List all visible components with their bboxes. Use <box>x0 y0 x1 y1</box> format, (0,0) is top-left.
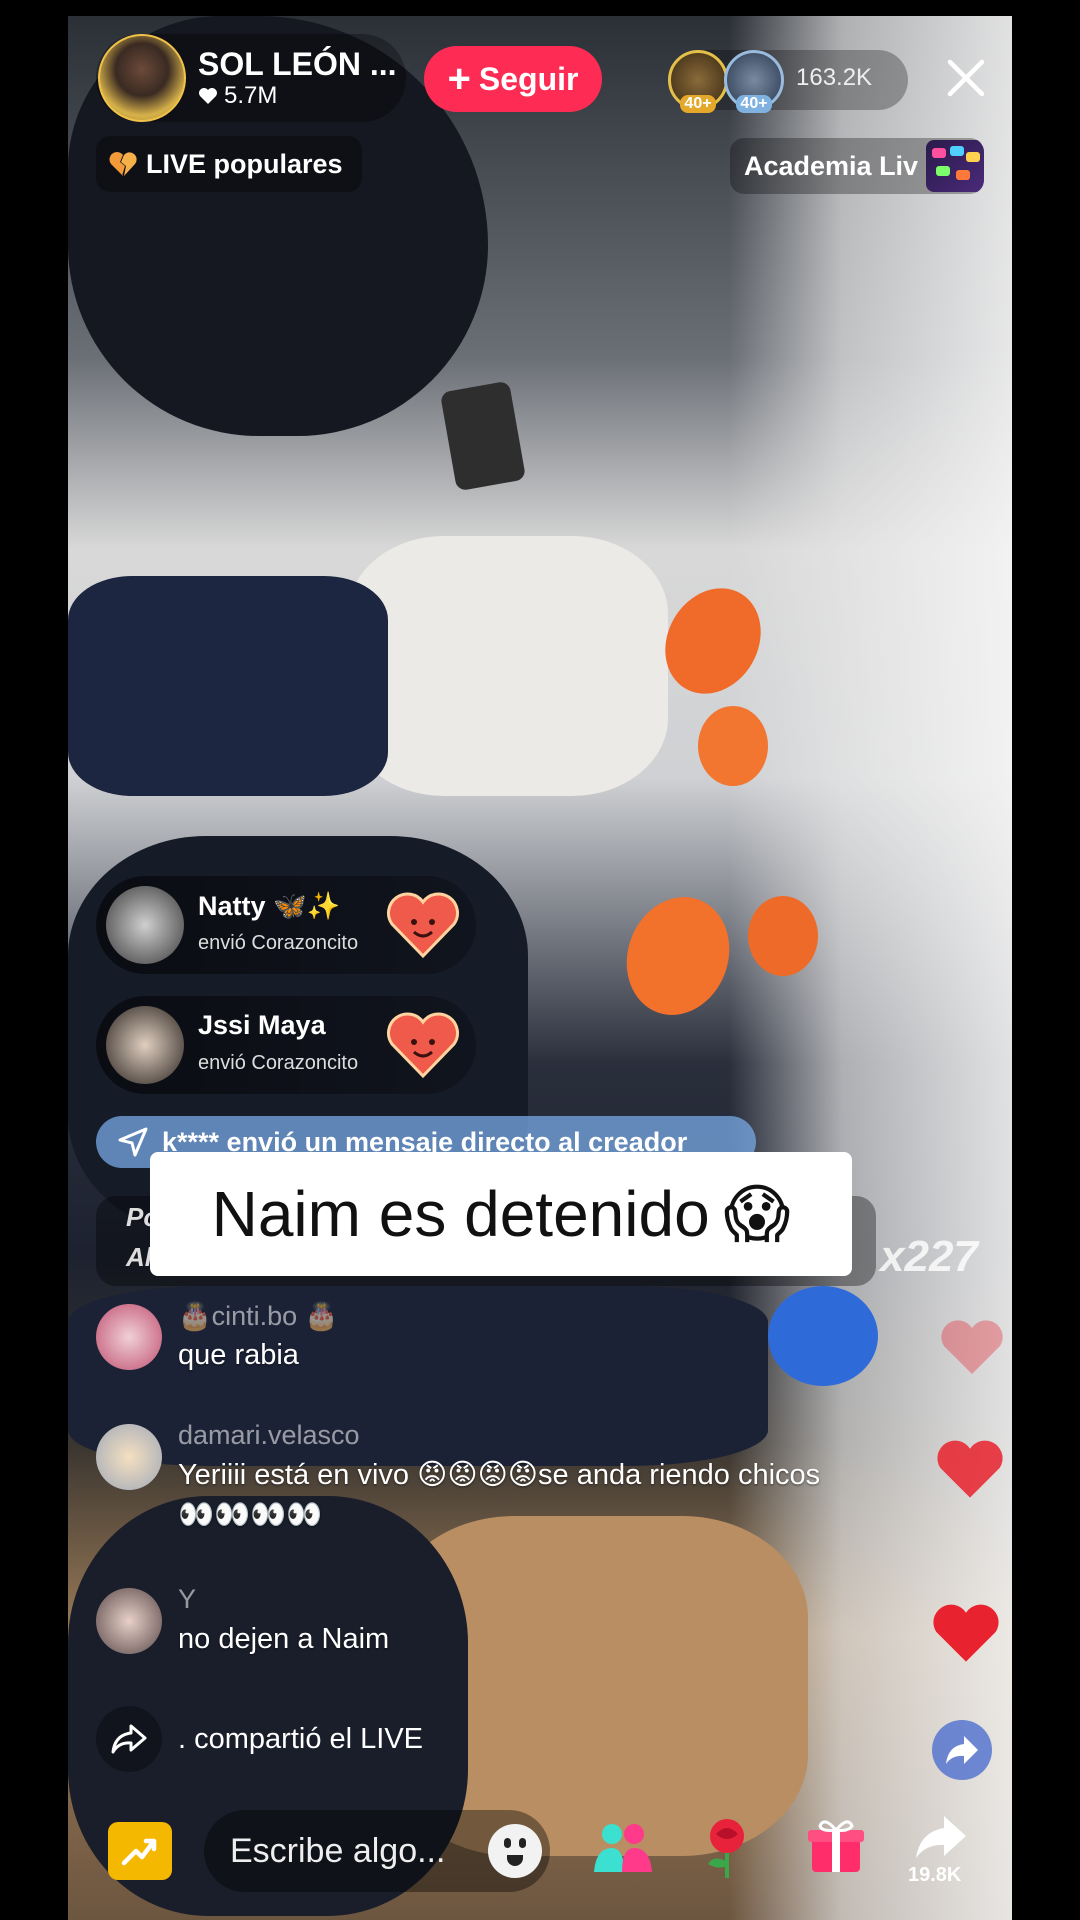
commenter-name: Y <box>178 1584 197 1614</box>
gift-sender-name: Jssi Maya <box>198 1010 326 1040</box>
hidden-banner-text: Al <box>126 1242 152 1272</box>
commenter-name: 🎂cinti.bo 🎂 <box>178 1301 339 1331</box>
comment-text: 👀👀👀👀 <box>178 1499 323 1531</box>
send-icon <box>118 1127 148 1157</box>
comment-text: que rabia <box>178 1339 299 1371</box>
video-orange-cap <box>698 706 768 786</box>
host-likes-count: 5.7M <box>224 82 278 109</box>
share-bubble-icon <box>932 1720 992 1780</box>
academy-icon <box>926 140 984 192</box>
share-icon[interactable] <box>912 1812 970 1862</box>
broken-heart-icon <box>109 152 137 176</box>
video-orange-cap <box>610 882 746 1030</box>
bottom-bar: Escribe algo... 19.8K <box>0 1800 1080 1900</box>
gift-combo-count: x227 <box>880 1232 978 1281</box>
multi-guest-icon[interactable] <box>592 1820 654 1876</box>
live-popular-pill[interactable]: LIVE populares <box>96 136 362 192</box>
gift-banner[interactable]: Jssi Maya envió Corazoncito <box>96 996 476 1094</box>
commenter-avatar[interactable] <box>96 1588 162 1654</box>
heart-gift-icon <box>387 1012 459 1079</box>
gift-sender-avatar[interactable] <box>106 886 184 964</box>
heart-icon <box>937 1440 1003 1498</box>
viewer-badge: 40+ <box>680 95 716 113</box>
heart-icon <box>199 88 217 104</box>
viewer-count: 163.2K <box>796 64 873 91</box>
academy-label: Academia Liv <box>744 150 919 181</box>
video-orange-cap <box>748 896 818 976</box>
live-popular-label: LIVE populares <box>146 148 343 179</box>
trending-arrow-icon <box>121 1838 157 1866</box>
host-likes: 5.7M <box>198 82 397 110</box>
caption-text: Naim es detenido <box>211 1178 710 1250</box>
host-name: SOL LEÓN ... <box>198 46 397 82</box>
share-arrow-icon <box>96 1706 162 1772</box>
top-viewer-avatar[interactable]: 40+ <box>724 50 784 113</box>
video-caption: Naim es detenido 😱 <box>150 1152 852 1276</box>
follow-button[interactable]: + Seguir <box>424 46 602 112</box>
heart-icon <box>933 1604 999 1662</box>
shocked-emoji: 😱 <box>723 1177 791 1250</box>
comment-input[interactable]: Escribe algo... <box>204 1810 550 1892</box>
video-officer-arm <box>68 1286 768 1466</box>
rose-gift-icon[interactable] <box>696 1816 758 1880</box>
video-blue-cap <box>768 1286 878 1386</box>
host-profile[interactable]: SOL LEÓN ... 5.7M <box>96 34 406 122</box>
gift-sender-avatar[interactable] <box>106 1006 184 1084</box>
video-jeans <box>68 576 388 796</box>
share-event: . compartió el LIVE <box>96 1706 423 1772</box>
viewer-badge: 40+ <box>736 95 772 113</box>
gift-sender-name: Natty 🦋✨ <box>198 891 341 921</box>
top-viewer-avatar[interactable]: 40+ <box>668 50 728 113</box>
comment-text: no dejen a Naim <box>178 1623 390 1655</box>
follow-label: Seguir <box>478 60 579 97</box>
plus-icon: + <box>447 57 471 101</box>
share-event-text: . compartió el LIVE <box>178 1722 423 1755</box>
viewer-list[interactable]: 40+ 40+ 163.2K <box>668 50 908 113</box>
academy-live-pill[interactable]: Academia Liv <box>730 138 984 194</box>
emoji-icon[interactable] <box>488 1824 542 1878</box>
host-info: SOL LEÓN ... 5.7M <box>198 46 397 110</box>
commenter-name: damari.velasco <box>178 1420 360 1450</box>
gift-banner[interactable]: Natty 🦋✨ envió Corazoncito <box>96 876 476 974</box>
video-phone <box>439 380 527 492</box>
commenter-avatar[interactable] <box>96 1304 162 1370</box>
video-white-shirt <box>348 536 668 796</box>
share-count: 19.8K <box>908 1864 962 1886</box>
trending-button[interactable] <box>108 1822 172 1880</box>
gift-action: envió Corazoncito <box>198 1052 359 1074</box>
comment-text: Yeriiii está en vivo 😡😡😡😡se anda riendo … <box>178 1459 821 1491</box>
heart-icon <box>941 1320 1003 1374</box>
close-icon[interactable] <box>944 56 988 100</box>
commenter-avatar[interactable] <box>96 1424 162 1490</box>
gift-box-icon[interactable] <box>806 1816 866 1876</box>
comment-input-placeholder: Escribe algo... <box>230 1831 446 1870</box>
heart-gift-icon <box>387 892 459 959</box>
gift-action: envió Corazoncito <box>198 932 359 954</box>
host-avatar[interactable] <box>98 34 186 122</box>
